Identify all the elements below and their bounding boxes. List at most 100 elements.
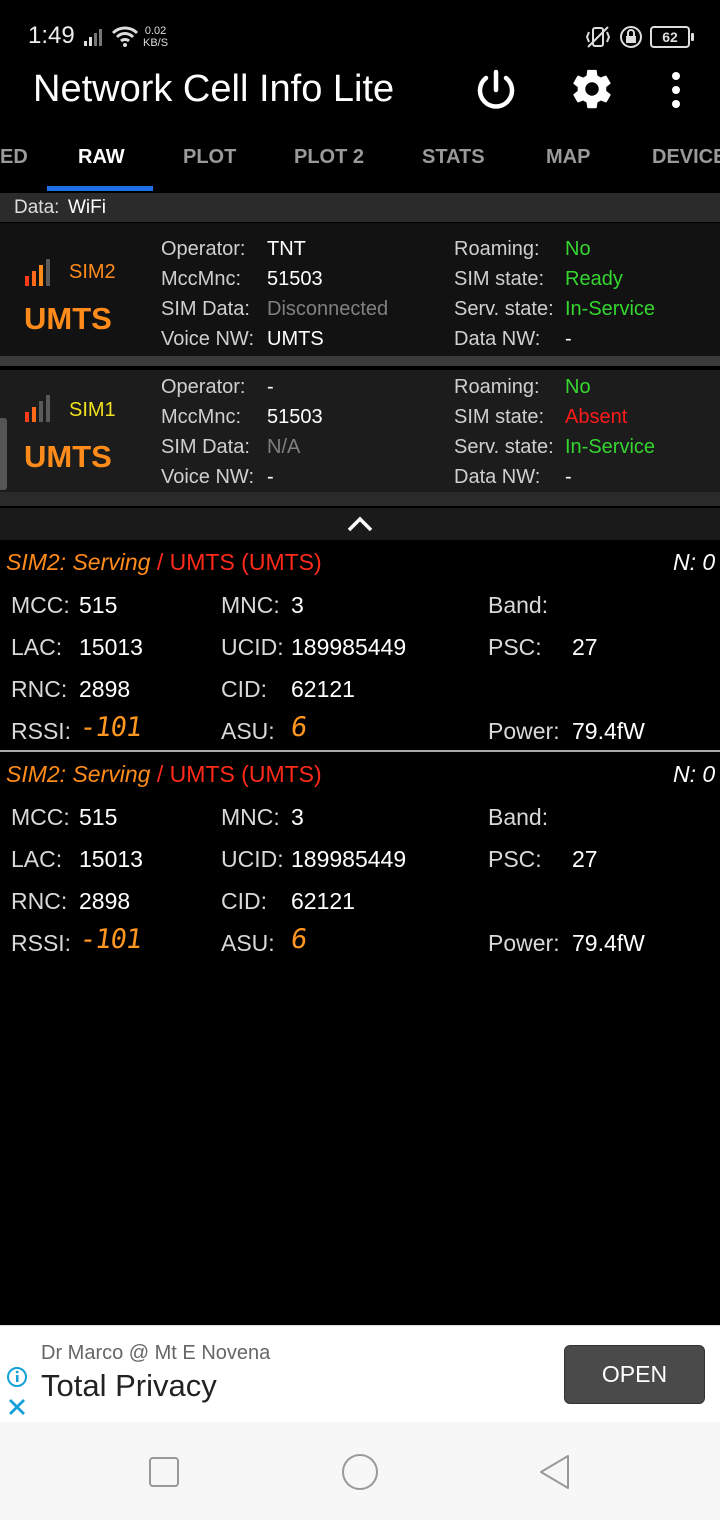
cell-2-rssi: -101 (77, 924, 144, 955)
divider (0, 492, 720, 506)
divider (0, 750, 720, 752)
tab-plot[interactable]: PLOT (183, 146, 236, 169)
tab-raw[interactable]: RAW (78, 146, 125, 169)
sim2-sim-data: Disconnected (267, 298, 389, 320)
sim1-serv-state: In-Service (565, 436, 656, 458)
sim2-network-type: UMTS (24, 301, 112, 336)
sim1-signal-icon (25, 394, 65, 422)
cell-2-ucid: 189985449 (291, 846, 407, 872)
cell-1-neighbors: N: 0 (673, 549, 716, 575)
power-icon[interactable] (474, 68, 518, 112)
sim2-roaming-label: Roaming: (454, 238, 540, 260)
divider (0, 356, 720, 366)
cell-2-power: 79.4fW (572, 930, 645, 956)
net-speed-unit: KB/S (143, 37, 169, 49)
cell-1-header: SIM2: Serving / UMTS (UMTS) (6, 549, 322, 576)
cell-1-sim: SIM2: Serving (6, 549, 151, 575)
cell-2-type: UMTS (UMTS) (169, 761, 322, 787)
cell-2-psc: 27 (572, 846, 598, 872)
cell-2-power-label: Power: (488, 930, 560, 956)
cell-2-mnc-label: MNC: (221, 804, 280, 830)
cell-1-sep: / (150, 549, 170, 575)
signal-icon (84, 29, 102, 46)
sim1-voice-nw: - (267, 466, 274, 488)
tab-map[interactable]: MAP (546, 146, 590, 169)
sim2-serv-state: In-Service (565, 298, 656, 320)
cell-1-asu: 6 (288, 712, 309, 743)
cell-2-header: SIM2: Serving / UMTS (UMTS) (6, 761, 322, 788)
tab-stats[interactable]: STATS (422, 146, 485, 169)
cell-2-psc-label: PSC: (488, 846, 542, 872)
ad-info-icon[interactable] (6, 1366, 28, 1388)
lock-rotation-icon (620, 26, 642, 48)
recents-icon[interactable] (147, 1455, 181, 1489)
ad-headline: Total Privacy (41, 1368, 217, 1403)
tab-plot-2[interactable]: PLOT 2 (294, 146, 364, 169)
net-speed: 0.02 KB/S (143, 25, 168, 49)
status-time: 1:49 (28, 22, 75, 49)
cell-1-ucid-label: UCID: (221, 634, 284, 660)
data-value: WiFi (68, 197, 106, 218)
status-bar (0, 0, 720, 70)
cell-2-rnc-label: RNC: (11, 888, 68, 914)
sim1-data-nw-label: Data NW: (454, 466, 541, 488)
sim2-mccmnc: 51503 (267, 268, 323, 290)
sim2-serv-state-label: Serv. state: (454, 298, 554, 320)
sim2-voice-nw: UMTS (267, 328, 324, 350)
cell-2-ucid-label: UCID: (221, 846, 284, 872)
sim1-sim-state-label: SIM state: (454, 406, 545, 428)
cell-2-rnc: 2898 (79, 888, 131, 914)
cell-2-cid: 62121 (291, 888, 355, 914)
cell-1-power-label: Power: (488, 718, 560, 744)
sim2-label: SIM2 (69, 261, 116, 283)
tab-ed[interactable]: ED (0, 146, 28, 169)
cell-1-mnc: 3 (291, 592, 304, 618)
scroll-handle[interactable] (0, 418, 7, 490)
sim1-label: SIM1 (69, 399, 116, 421)
cell-1-psc-label: PSC: (488, 634, 542, 660)
app-title: Network Cell Info Lite (33, 68, 395, 110)
ad-close-icon[interactable] (7, 1397, 27, 1417)
cell-2-mnc: 3 (291, 804, 304, 830)
cell-1-lac-label: LAC: (11, 634, 63, 660)
sim1-network-type: UMTS (24, 439, 112, 474)
cell-1-rnc: 2898 (79, 676, 131, 702)
sim2-mccmnc-label: MccMnc: (161, 268, 241, 290)
cell-1-rssi: -101 (77, 712, 144, 743)
cell-2-lac: 15013 (79, 846, 143, 872)
sim1-sim-data: N/A (267, 436, 301, 458)
cell-1-power: 79.4fW (572, 718, 645, 744)
cell-1-lac: 15013 (79, 634, 143, 660)
home-icon[interactable] (340, 1452, 380, 1492)
cell-2-sep: / (150, 761, 170, 787)
sim1-roaming: No (565, 376, 591, 398)
tab-indicator (47, 186, 153, 191)
back-icon[interactable] (536, 1453, 574, 1491)
tab-device[interactable]: DEVICE (652, 146, 720, 169)
sim2-sim-data-label: SIM Data: (161, 298, 250, 320)
cell-1-band-label: Band: (488, 592, 549, 618)
cell-1-cid: 62121 (291, 676, 355, 702)
more-vert-icon[interactable] (666, 70, 686, 110)
sim1-roaming-label: Roaming: (454, 376, 540, 398)
cell-2-band-label: Band: (488, 804, 549, 830)
sim2-data-nw-label: Data NW: (454, 328, 541, 350)
cell-2-asu: 6 (288, 924, 309, 955)
cell-2-lac-label: LAC: (11, 846, 63, 872)
sim1-sim-state: Absent (565, 406, 628, 428)
cell-2-asu-label: ASU: (221, 930, 275, 956)
cell-1-rssi-label: RSSI: (11, 718, 72, 744)
sim1-operator: - (267, 376, 274, 398)
sim2-operator: TNT (267, 238, 306, 260)
sim2-sim-state-label: SIM state: (454, 268, 545, 290)
cell-2-sim: SIM2: Serving (6, 761, 151, 787)
cell-2-neighbors: N: 0 (673, 761, 716, 787)
settings-icon[interactable] (569, 66, 615, 112)
ad-open-button[interactable]: OPEN (564, 1345, 705, 1404)
cell-1-mcc: 515 (79, 592, 118, 618)
sim2-voice-nw-label: Voice NW: (161, 328, 254, 350)
sim1-data-nw: - (565, 466, 572, 488)
cell-1-cid-label: CID: (221, 676, 267, 702)
sim2-roaming: No (565, 238, 591, 260)
chevron-up-icon[interactable] (346, 514, 374, 534)
